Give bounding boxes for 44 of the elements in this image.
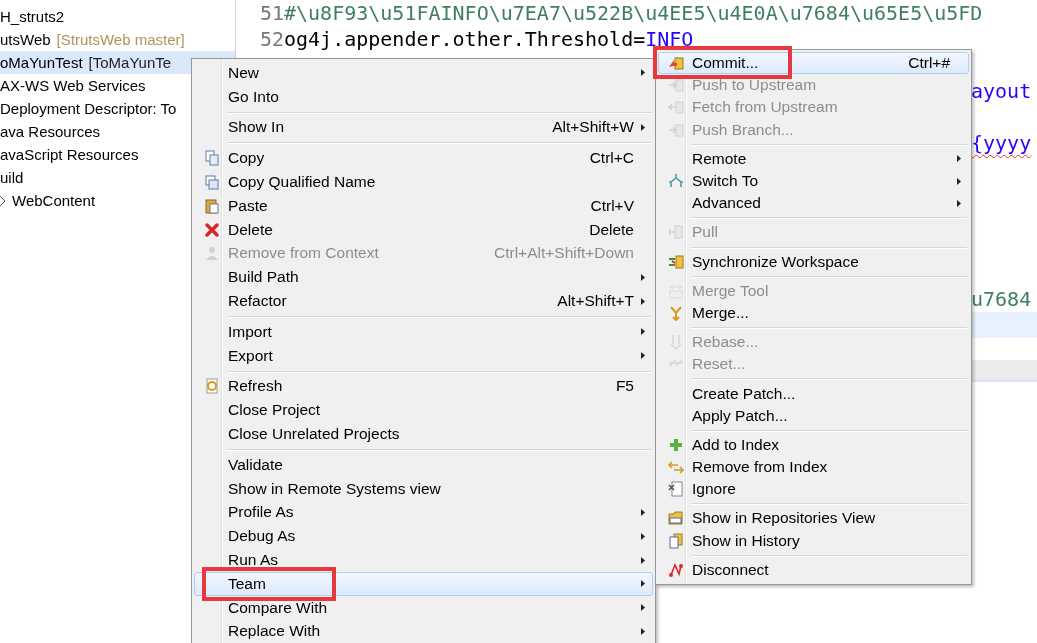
menu-item[interactable]: Build Path xyxy=(194,265,653,290)
menu-item[interactable]: Copy Ctrl+C xyxy=(194,146,653,171)
menu-item[interactable]: Show in Remote Systems view xyxy=(194,476,653,501)
code-line: {yyyy xyxy=(971,131,1032,155)
menu-item[interactable]: Apply Patch... xyxy=(658,404,969,427)
menu-item[interactable]: Disconnect xyxy=(658,558,969,581)
menu-item[interactable]: Add to Index xyxy=(658,433,969,456)
menu-item[interactable]: Delete Delete xyxy=(194,217,653,242)
menu-item[interactable]: Show In Alt+Shift+W xyxy=(194,115,653,140)
menu-item[interactable]: Show in History xyxy=(658,529,969,552)
menu-item[interactable]: Team xyxy=(194,571,653,596)
menu-item[interactable]: Paste Ctrl+V xyxy=(194,194,653,218)
menu-item[interactable]: Advanced xyxy=(658,192,969,215)
menu-item[interactable]: Run As xyxy=(194,548,653,572)
menu-item[interactable]: Import xyxy=(194,319,653,344)
menu-item[interactable]: Compare With xyxy=(194,595,653,620)
menu-item[interactable]: Remove from Index xyxy=(658,456,969,479)
menu-item[interactable]: Remote xyxy=(658,147,969,170)
menu-item[interactable]: Profile As xyxy=(194,500,653,525)
menu-item[interactable]: Replace With xyxy=(194,619,653,643)
menu-item[interactable]: Create Patch... xyxy=(658,382,969,405)
menu-item[interactable]: Refresh F5 xyxy=(194,374,653,399)
tree-item[interactable]: utsWeb [StrutsWeb master] xyxy=(0,28,235,51)
menu-item[interactable]: Close Project xyxy=(194,398,653,423)
menu-item[interactable]: Go Into xyxy=(194,84,653,109)
menu-item[interactable]: Switch To xyxy=(658,169,969,193)
menu-item[interactable]: Merge... xyxy=(658,301,969,325)
code-line: u7684 xyxy=(971,287,1032,311)
menu-item[interactable]: Refactor Alt+Shift+T xyxy=(194,289,653,313)
menu-item[interactable]: Show in Repositories View xyxy=(658,507,969,530)
line-number: 52 xyxy=(258,27,284,51)
menu-item[interactable]: Commit... Ctrl+# xyxy=(658,52,969,75)
menu-item[interactable]: Debug As xyxy=(194,524,653,549)
menu-item[interactable]: Export xyxy=(194,343,653,368)
line-number: 51 xyxy=(258,1,284,25)
menu-item[interactable]: Validate xyxy=(194,452,653,477)
code-line: #\u8F93\u51FAINFO\u7EA7\u522B\u4EE5\u4E0A\u7684\u65E5\u5FD xyxy=(284,1,983,25)
menu-item[interactable]: Ignore xyxy=(658,478,969,501)
code-line: og4j.appender.other.Threshold=INFO xyxy=(284,27,694,51)
code-line: ayout xyxy=(971,79,1032,103)
menu-item[interactable]: Close Unrelated Projects xyxy=(194,422,653,446)
tree-item[interactable]: H_struts2 xyxy=(0,5,235,28)
menu-item[interactable]: Synchronize Workspace xyxy=(658,250,969,273)
menu-item[interactable]: Copy Qualified Name xyxy=(194,170,653,194)
